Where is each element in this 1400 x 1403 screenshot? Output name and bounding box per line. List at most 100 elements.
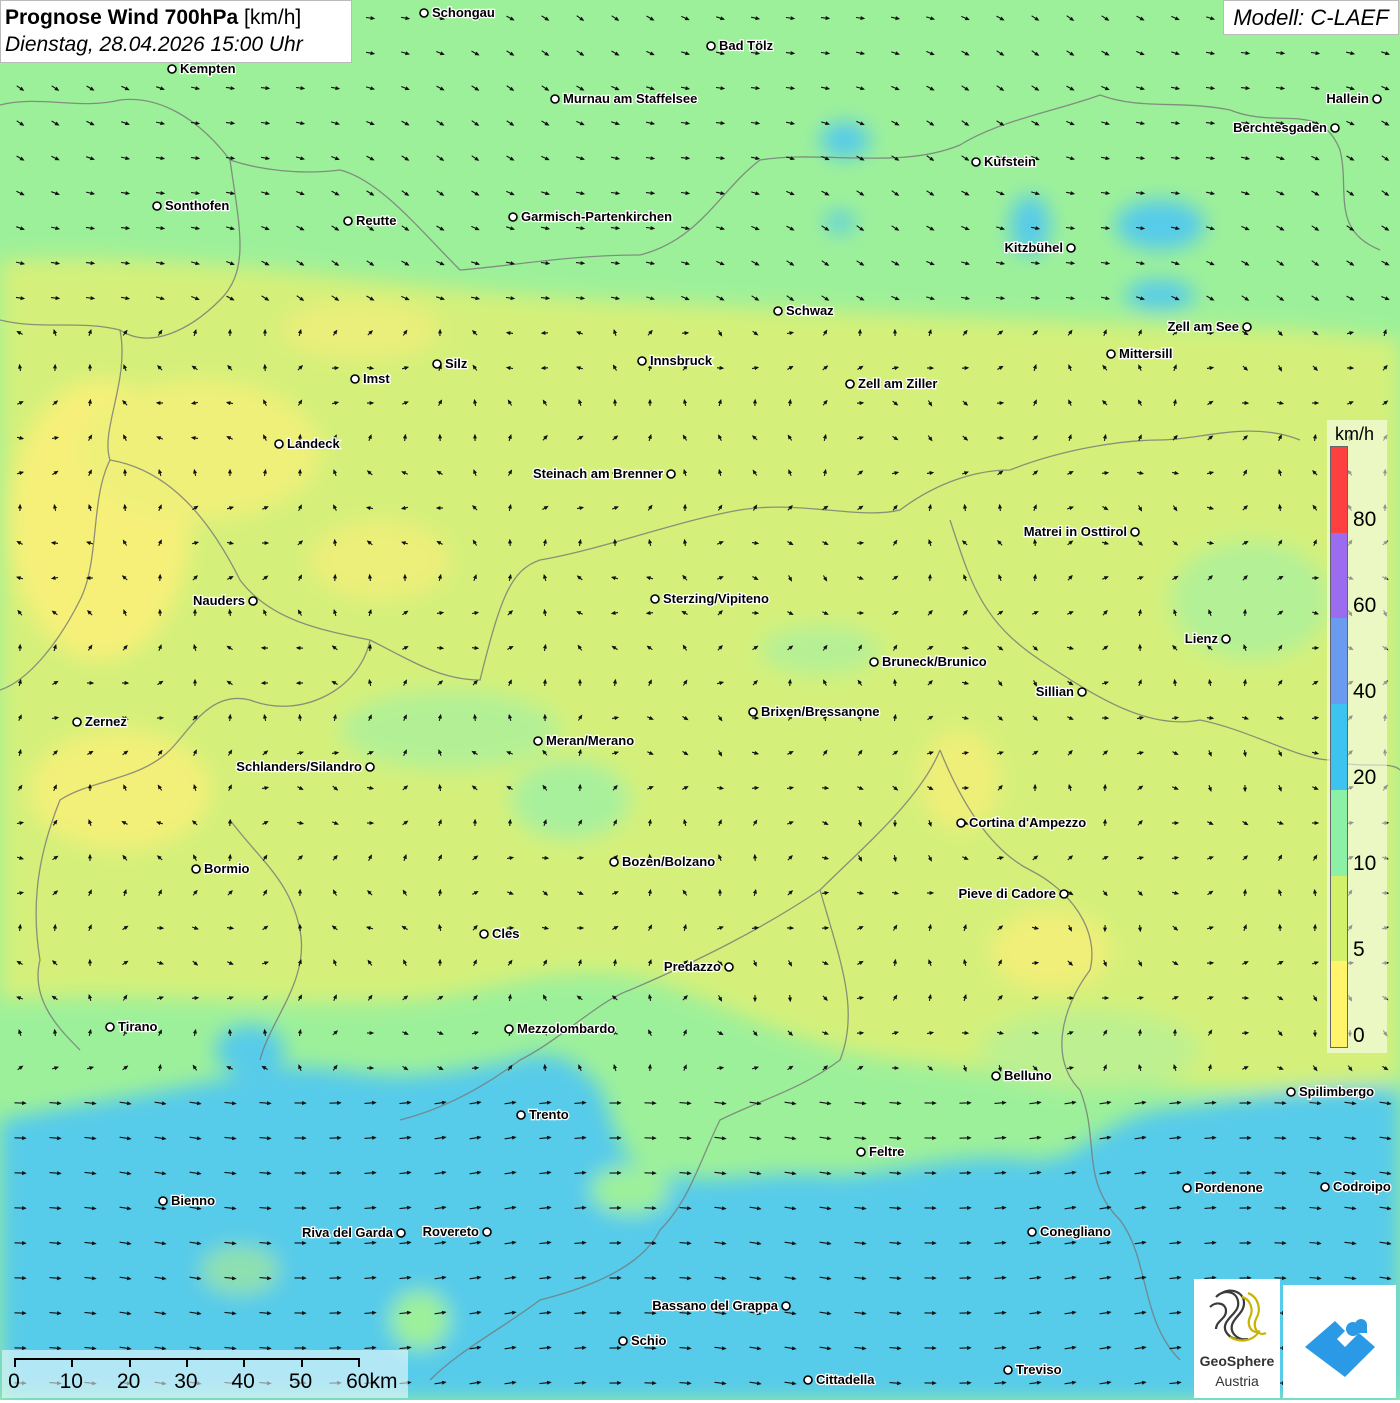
city-dot <box>857 1148 865 1156</box>
logo-subtitle: Austria <box>1194 1373 1280 1389</box>
city-label: Landeck <box>287 436 341 451</box>
city-bassano-del-grappa: Bassano del Grappa <box>652 1298 790 1313</box>
city-dot <box>480 930 488 938</box>
legend-tick-label: 5 <box>1353 938 1365 962</box>
city-label: Tirano <box>118 1019 158 1034</box>
city-label: Riva del Garda <box>302 1225 394 1240</box>
city-dot <box>972 158 980 166</box>
city-label: Innsbruck <box>650 353 713 368</box>
city-dot <box>1321 1183 1329 1191</box>
city-label: Cittadella <box>816 1372 875 1387</box>
city-bozen-bolzano: Bozen/Bolzano <box>610 854 715 869</box>
city-dot <box>707 42 715 50</box>
city-spilimbergo: Spilimbergo <box>1287 1084 1374 1099</box>
legend-tick-label: 0 <box>1353 1024 1365 1048</box>
city-label: Pordenone <box>1195 1180 1263 1195</box>
city-steinach-am-brenner: Steinach am Brenner <box>533 466 675 481</box>
city-zell-am-see: Zell am See <box>1167 319 1251 334</box>
city-label: Cortina d'Ampezzo <box>969 815 1086 830</box>
legend-tick-label: 80 <box>1353 508 1376 532</box>
forecast-datetime: Dienstag, 28.04.2026 15:00 Uhr <box>5 32 347 58</box>
city-dot <box>1067 244 1075 252</box>
city-label: Brixen/Bressanone <box>761 704 880 719</box>
city-dot <box>1078 688 1086 696</box>
city-dot <box>275 440 283 448</box>
city-label: Meran/Merano <box>546 733 634 748</box>
city-dot <box>1060 890 1068 898</box>
city-label: Schlanders/Silandro <box>236 759 362 774</box>
legend-tick-label: 10 <box>1353 852 1376 876</box>
city-dot <box>106 1023 114 1031</box>
city-label: Schio <box>631 1333 666 1348</box>
scale-tick <box>14 1358 16 1367</box>
city-label: Spilimbergo <box>1299 1084 1374 1099</box>
city-label: Schwaz <box>786 303 834 318</box>
city-dot <box>366 763 374 771</box>
city-label: Bienno <box>171 1193 215 1208</box>
map-title: Prognose Wind 700hPa [km/h] <box>5 4 347 32</box>
city-dot <box>483 1228 491 1236</box>
legend-tick-label: 40 <box>1353 680 1376 704</box>
legend-swatch <box>1331 447 1347 533</box>
scale-label: 30 <box>174 1370 197 1394</box>
scale-label: 40 <box>232 1370 255 1394</box>
city-dot <box>749 708 757 716</box>
city-label: Steinach am Brenner <box>533 466 663 481</box>
city-label: Bad Tölz <box>719 38 774 53</box>
scale-label: 10 <box>60 1370 83 1394</box>
wind-map[interactable]: SchongauBad TölzKemptenMurnau am Staffel… <box>0 0 1400 1400</box>
city-dot <box>782 1302 790 1310</box>
geosphere-emblem-icon <box>1194 1279 1280 1353</box>
legend-swatch <box>1331 704 1347 790</box>
city-dot <box>651 595 659 603</box>
legend-unit: km/h <box>1335 424 1374 445</box>
legend-swatch <box>1331 533 1347 619</box>
city-dot <box>957 819 965 827</box>
geosphere-logo[interactable]: GeoSphere Austria <box>1194 1279 1280 1398</box>
city-dot <box>992 1072 1000 1080</box>
city-label: Sterzing/Vipiteno <box>663 591 769 606</box>
city-sonthofen: Sonthofen <box>153 198 229 213</box>
city-label: Trento <box>529 1107 569 1122</box>
city-garmisch-partenkirchen: Garmisch-Partenkirchen <box>509 209 672 224</box>
scale-tick <box>358 1358 360 1367</box>
city-label: Bozen/Bolzano <box>622 854 715 869</box>
scale-tick <box>301 1358 303 1367</box>
city-label: Lienz <box>1185 631 1219 646</box>
title-text: Prognose Wind 700hPa <box>5 6 238 29</box>
city-label: Sillian <box>1036 684 1074 699</box>
city-dot <box>168 65 176 73</box>
legend-tick-label: 20 <box>1353 766 1376 790</box>
city-label: Hallein <box>1326 91 1369 106</box>
city-dot <box>433 360 441 368</box>
city-schlanders-silandro: Schlanders/Silandro <box>236 759 374 774</box>
city-dot <box>1222 635 1230 643</box>
city-dot <box>249 597 257 605</box>
scale-label: 20 <box>117 1370 140 1394</box>
city-brixen-bressanone: Brixen/Bressanone <box>749 704 880 719</box>
city-label: Kufstein <box>984 154 1036 169</box>
city-label: Treviso <box>1016 1362 1062 1377</box>
city-dot <box>1183 1184 1191 1192</box>
legend-tick-label: 60 <box>1353 594 1376 618</box>
city-mezzolombardo: Mezzolombardo <box>505 1021 615 1036</box>
city-murnau-am-staffelsee: Murnau am Staffelsee <box>551 91 697 106</box>
city-label: Zell am Ziller <box>858 376 937 391</box>
city-dot <box>1107 350 1115 358</box>
city-dot <box>1373 95 1381 103</box>
city-dot <box>351 375 359 383</box>
city-label: Codroipo <box>1333 1179 1391 1194</box>
city-matrei-in-osttirol: Matrei in Osttirol <box>1024 524 1139 539</box>
city-label: Cles <box>492 926 519 941</box>
city-label: Berchtesgaden <box>1233 120 1327 135</box>
city-dot <box>774 307 782 315</box>
city-label: Bormio <box>204 861 250 876</box>
color-legend: km/h 80 60 40 20 10 5 0 <box>1327 420 1387 1053</box>
model-label: Modell: C-LAEF <box>1223 0 1399 35</box>
partner-logo[interactable] <box>1283 1285 1396 1398</box>
city-label: Garmisch-Partenkirchen <box>521 209 672 224</box>
scale-tick <box>186 1358 188 1367</box>
city-dot <box>505 1025 513 1033</box>
city-dot <box>1004 1366 1012 1374</box>
city-innsbruck: Innsbruck <box>638 353 713 368</box>
